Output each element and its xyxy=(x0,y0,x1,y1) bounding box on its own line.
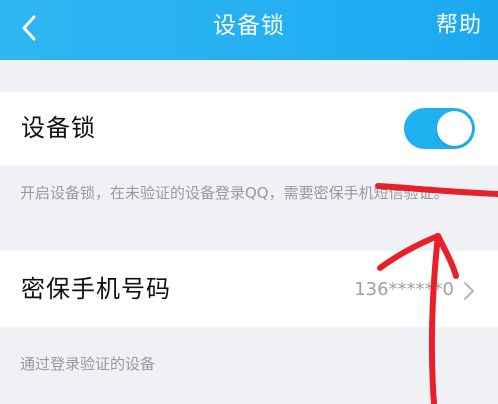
device-lock-description: 开启设备锁，在未验证的设备登录QQ，需要密保手机短信验证。 xyxy=(20,184,449,202)
toggle-knob xyxy=(437,111,472,146)
page-title: 设备锁 xyxy=(213,13,285,39)
title-bar: 设备锁 帮助 xyxy=(0,0,498,60)
device-lock-screen: 设备锁 帮助 设备锁 开启设备锁，在未验证的设备登录QQ，需要密保手机短信验证。… xyxy=(0,0,498,404)
device-lock-toggle[interactable] xyxy=(404,108,475,149)
security-phone-label: 密保手机号码 xyxy=(21,275,171,303)
security-phone-value: 136******0 xyxy=(354,279,454,300)
device-lock-label: 设备锁 xyxy=(21,114,96,142)
help-button[interactable]: 帮助 xyxy=(436,10,482,42)
chevron-right-icon xyxy=(464,282,474,300)
trusted-devices-header: 通过登录验证的设备 xyxy=(20,355,156,373)
